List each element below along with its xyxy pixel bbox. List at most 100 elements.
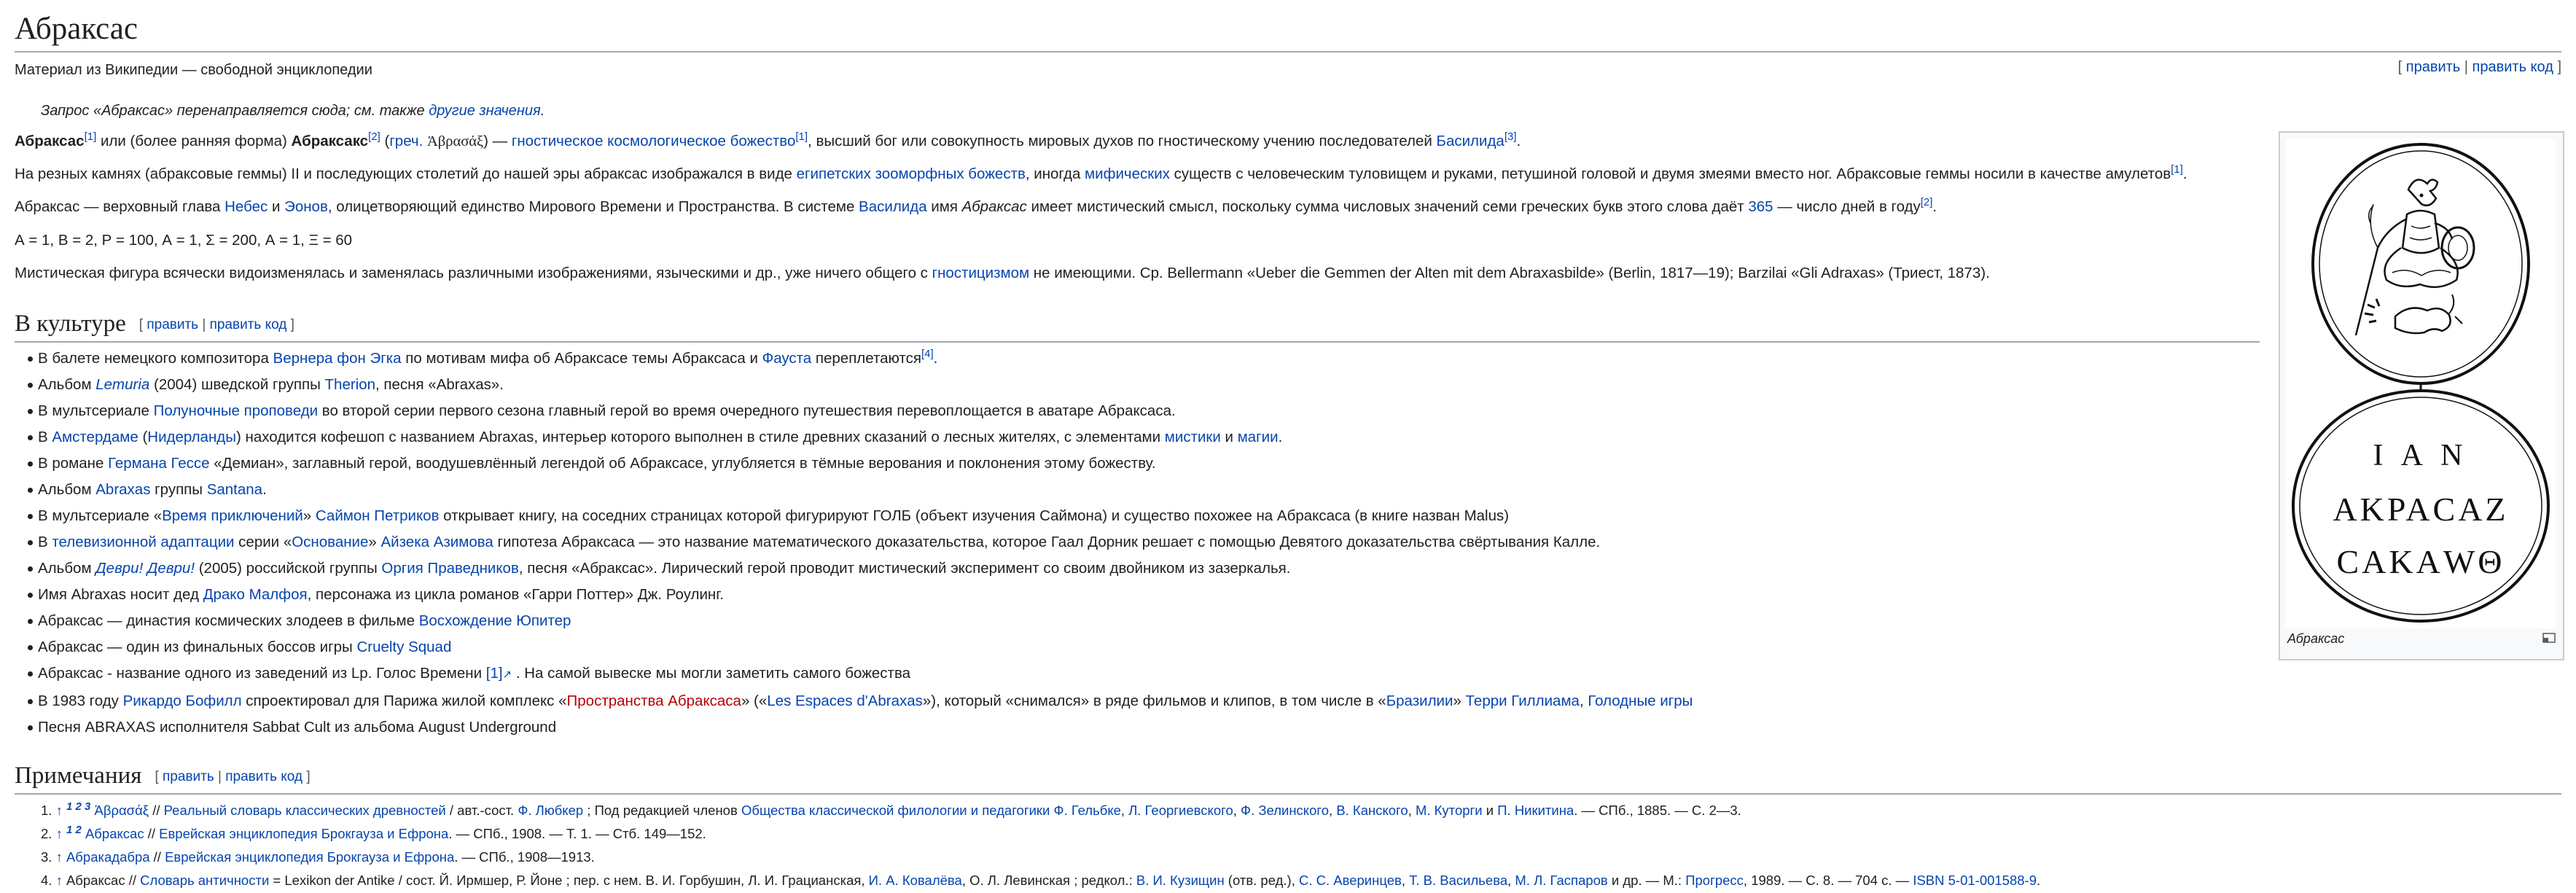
backlink-refs[interactable]: 1 2	[66, 824, 82, 836]
article-link[interactable]: М. Л. Гаспаров	[1515, 873, 1607, 888]
list-item: Альбом Abraxas группы Santana.	[28, 477, 1693, 503]
article-link[interactable]: Ф. Любкер	[518, 803, 583, 818]
note-item: 1. ↑ 1 2 3 Ἀβρασάξ // Реальный словарь к…	[41, 800, 1741, 818]
article-link[interactable]: С. С. Аверинцев	[1299, 873, 1402, 888]
article-link[interactable]: Abraxas	[95, 481, 150, 498]
magnify-icon[interactable]	[2542, 633, 2556, 647]
article-link[interactable]: Lemuria	[95, 376, 149, 393]
section-heading-culture: В культуре[ править | править код ]	[15, 311, 294, 337]
list-item: В мультсериале Полуночные проповеди во в…	[28, 398, 1693, 424]
article-link[interactable]: Прогресс	[1685, 873, 1744, 888]
article-link[interactable]: Амстердаме	[52, 429, 138, 445]
article-link[interactable]: 365	[1748, 198, 1773, 215]
article-link[interactable]: магии	[1238, 429, 1279, 445]
note-item: 2. ↑ 1 2 Абраксас // Еврейская энциклопе…	[41, 823, 706, 841]
article-link[interactable]: мистики	[1165, 429, 1221, 445]
edit-link[interactable]: править	[2406, 59, 2460, 75]
backlink-arrow[interactable]: ↑	[56, 873, 63, 888]
article-link[interactable]: Santana	[207, 481, 262, 498]
article-link[interactable]: Cruelty Squad	[356, 639, 451, 655]
article-link[interactable]: Ф. Гельбке	[1054, 803, 1121, 818]
article-link[interactable]: Основание	[292, 534, 368, 550]
article-link[interactable]: гностическое космологическое божество	[512, 133, 796, 149]
article-link[interactable]: Германа Гессе	[108, 455, 209, 472]
list-item: В телевизионной адаптации серии «Основан…	[28, 529, 1693, 555]
article-link[interactable]: Драко Малфоя	[203, 586, 308, 603]
section-heading-notes: Примечания[ править | править код ]	[15, 763, 311, 789]
article-link[interactable]: Les Espaces d'Abraxas	[767, 693, 923, 709]
article-link[interactable]: Полуночные проповеди	[154, 402, 318, 419]
ref-link[interactable]: [4]	[921, 348, 934, 360]
article-link[interactable]: Эонов	[284, 198, 328, 215]
article-link[interactable]: Фауста	[762, 350, 812, 367]
ref-link[interactable]: [1]	[2171, 163, 2183, 176]
article-link[interactable]: египетских зооморфных божеств	[797, 165, 1026, 182]
backlink-refs[interactable]: 1 2 3	[66, 800, 90, 813]
list-item: Альбом Деври! Деври! (2005) российской г…	[28, 555, 1693, 582]
ref-link[interactable]: [1]	[85, 130, 97, 143]
gem-inscription-line-2: ΑΚΡΑCΑΖ	[2333, 491, 2508, 528]
article-link[interactable]: П. Никитина	[1497, 803, 1574, 818]
list-item: В Амстердаме (Нидерланды) находится кофе…	[28, 424, 1693, 451]
article-link[interactable]: телевизионной адаптации	[52, 534, 234, 550]
article-link[interactable]: мифических	[1085, 165, 1170, 182]
article-link[interactable]: Еврейская энциклопедия Брокгауза и Ефрон…	[165, 849, 454, 865]
external-link[interactable]: [1]	[486, 665, 503, 682]
article-link[interactable]: Therion	[325, 376, 376, 393]
article-link[interactable]: гностицизмом	[932, 265, 1029, 281]
article-link[interactable]: Деври! Деври!	[95, 560, 195, 577]
article-link[interactable]: В. Канского	[1336, 803, 1408, 818]
ref-link[interactable]: [2]	[1921, 196, 1933, 208]
article-link[interactable]: Словарь античности	[140, 873, 269, 888]
edit-link[interactable]: править	[147, 317, 198, 332]
backlink-arrow[interactable]: ↑	[56, 803, 63, 818]
article-link[interactable]: Айзека Азимова	[381, 534, 493, 550]
article-link[interactable]: Абракадабра	[66, 849, 150, 865]
ref-link[interactable]: [3]	[1504, 130, 1517, 143]
edit-link[interactable]: править	[163, 769, 214, 784]
list-item: В романе Германа Гессе «Демиан», заглавн…	[28, 451, 1693, 477]
article-link[interactable]: Бразилии	[1386, 693, 1453, 709]
backlink-arrow[interactable]: ↑	[56, 826, 63, 841]
note-item: 3. ↑ Абракадабра // Еврейская энциклопед…	[41, 849, 595, 865]
article-link[interactable]: Еврейская энциклопедия Брокгауза и Ефрон…	[159, 826, 448, 841]
article-link[interactable]: Ф. Зелинского	[1241, 803, 1329, 818]
article-link[interactable]: И. А. Ковалёва	[869, 873, 962, 888]
ref-link[interactable]: [1]	[795, 130, 808, 143]
edit-code-link[interactable]: править код	[210, 317, 287, 332]
article-link[interactable]: Т. В. Васильева	[1409, 873, 1507, 888]
article-link[interactable]: Василида	[859, 198, 927, 215]
article-link[interactable]: Общества классической филологии и педаго…	[741, 803, 1050, 818]
edit-code-link[interactable]: править код	[2472, 59, 2553, 75]
hatnote: Запрос «Абраксас» перенаправляется сюда;…	[41, 103, 545, 119]
article-link[interactable]: Время приключений	[162, 507, 303, 524]
edit-code-link[interactable]: править код	[225, 769, 303, 784]
greek-link[interactable]: греч.	[389, 133, 423, 149]
isbn-link[interactable]: ISBN 5-01-001588-9	[1913, 873, 2037, 888]
ref-link[interactable]: [2]	[368, 130, 380, 143]
article-link[interactable]: Л. Георгиевского	[1128, 803, 1233, 818]
article-link[interactable]: Восхождение Юпитер	[419, 612, 571, 629]
missing-article-link[interactable]: Пространства Абраксаса	[567, 693, 741, 709]
tagline: Материал из Википедии — свободной энцикл…	[15, 62, 372, 78]
article-link[interactable]: Реальный словарь классических древностей	[164, 803, 446, 818]
disambiguation-link[interactable]: другие значения	[429, 103, 541, 119]
article-link[interactable]: Оргия Праведников	[381, 560, 518, 577]
article-link[interactable]: М. Куторги	[1416, 803, 1483, 818]
article-link[interactable]: Небес	[225, 198, 268, 215]
article-link[interactable]: Нидерланды	[147, 429, 236, 445]
article-link[interactable]: Саймон Петриков	[316, 507, 440, 524]
infobox-caption: Абраксас	[2287, 631, 2345, 646]
article-link[interactable]: Ἀβρασάξ	[94, 803, 149, 818]
article-link[interactable]: В. И. Кузищин	[1136, 873, 1225, 888]
section-divider	[15, 793, 2561, 795]
article-link[interactable]: Абраксас	[85, 826, 144, 841]
article-link[interactable]: Рикардо Бофилл	[123, 693, 242, 709]
article-link[interactable]: Голодные игры	[1588, 693, 1693, 709]
backlink-arrow[interactable]: ↑	[56, 849, 63, 865]
article-link[interactable]: Терри Гиллиама	[1466, 693, 1580, 709]
lead-paragraph-1: Абраксас[1] или (более ранняя форма) Абр…	[15, 130, 1521, 149]
article-link[interactable]: Басилида	[1437, 133, 1504, 149]
article-link[interactable]: Вернера фон Эгка	[273, 350, 402, 367]
abraxas-gem-image[interactable]: I A N ΑΚΡΑCΑΖ CΑΚΑWΘ	[2286, 139, 2556, 628]
